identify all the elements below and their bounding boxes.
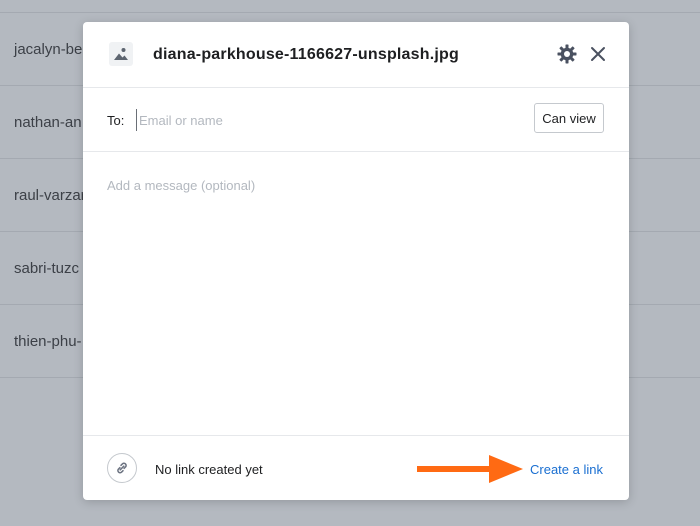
close-icon[interactable] [589,45,607,63]
recipient-row: To: Can view [83,87,629,152]
link-icon [107,453,137,483]
file-row-name: sabri-tuzc [14,260,80,277]
recipient-input[interactable] [136,109,519,131]
file-row-name: thien-phu- [14,333,82,350]
annotation-arrow-icon [417,455,523,483]
file-row-name: raul-varzar [14,187,86,204]
file-row-name: jacalyn-be [14,41,83,58]
to-label: To: [107,113,125,128]
link-status-text: No link created yet [155,462,263,477]
file-name: diana-parkhouse-1166627-unsplash.jpg [153,46,459,63]
share-dialog: diana-parkhouse-1166627-unsplash.jpg To:… [83,22,629,500]
dialog-header: diana-parkhouse-1166627-unsplash.jpg [83,22,629,88]
file-row-name: nathan-an [14,114,82,131]
message-input[interactable] [107,178,597,418]
create-link-button[interactable]: Create a link [530,462,603,477]
message-area [83,152,629,435]
gear-icon[interactable] [557,44,577,64]
permission-button[interactable]: Can view [534,103,604,133]
dialog-footer: No link created yet Create a link [83,435,629,500]
image-file-icon [109,42,133,66]
